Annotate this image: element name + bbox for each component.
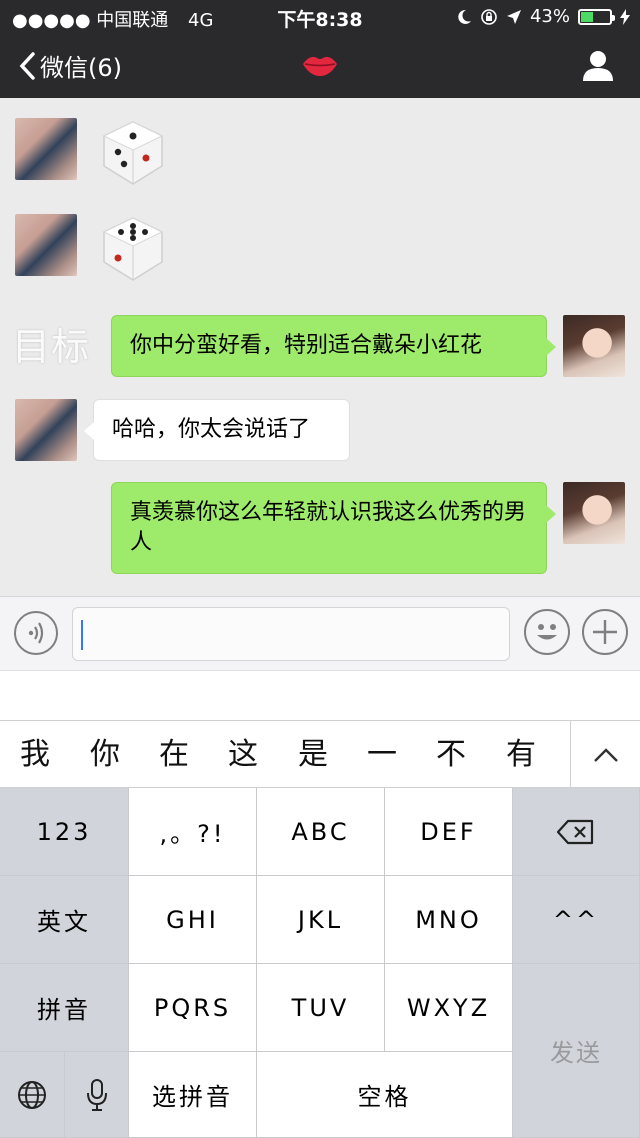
key-ghi[interactable]: GHI [129, 876, 257, 964]
top-bar: ●●●●● 中国联通 4G 下午8:38 43% 微信(6) [0, 0, 640, 98]
keyboard-spacer [0, 670, 640, 720]
back-button[interactable]: 微信(6) [18, 48, 122, 83]
contact-avatar[interactable] [15, 118, 77, 180]
key-tuv[interactable]: TUV [257, 964, 385, 1052]
my-avatar[interactable] [563, 482, 625, 544]
my-avatar[interactable] [563, 315, 625, 377]
smiley-icon [537, 624, 557, 640]
contact-avatar[interactable] [15, 399, 77, 461]
status-icons: 43% [456, 6, 630, 27]
candidate-bar: 我 你 在 这 是 一 不 有 [0, 720, 640, 789]
key-jkl[interactable]: JKL [257, 876, 385, 964]
key-select-pinyin[interactable]: 选拼音 [129, 1052, 257, 1138]
emoji-button[interactable] [524, 609, 570, 655]
globe-key[interactable] [0, 1052, 65, 1138]
candidate-item[interactable]: 我 [0, 721, 70, 789]
text-caret [81, 620, 83, 650]
input-bar [0, 596, 640, 670]
expand-candidates-button[interactable] [570, 721, 640, 789]
candidate-item[interactable]: 在 [139, 721, 209, 789]
moon-icon [458, 9, 471, 24]
microphone-icon [86, 1078, 107, 1111]
key-wxyz[interactable]: WXYZ [385, 964, 513, 1052]
candidate-item[interactable]: 不 [416, 721, 486, 789]
voice-icon [28, 622, 44, 644]
candidate-item[interactable]: 有 [486, 721, 556, 789]
space-key[interactable]: 空格 [257, 1052, 513, 1138]
dictation-key[interactable] [65, 1052, 129, 1138]
candidate-item[interactable]: 一 [347, 721, 417, 789]
backspace-icon [556, 819, 594, 844]
status-bar: ●●●●● 中国联通 4G 下午8:38 43% [0, 0, 640, 32]
lips-emoji-icon [303, 56, 337, 76]
chevron-left-icon [19, 51, 35, 80]
person-icon[interactable] [580, 48, 616, 82]
message-text: 哈哈，你太会说话了 [112, 417, 311, 442]
message-input[interactable] [72, 607, 510, 661]
back-label: 微信(6) [40, 54, 122, 82]
candidate-item[interactable]: 你 [70, 721, 140, 789]
dice-icon [102, 121, 164, 185]
charging-bolt-icon [620, 8, 630, 25]
plus-icon [593, 620, 617, 644]
target-label: 目标 [12, 325, 91, 369]
message-bubble-received[interactable]: 哈哈，你太会说话了 [84, 399, 350, 461]
message-bubble-sent[interactable]: 真羡慕你这么年轻就认识我这么优秀的男人 [111, 482, 556, 574]
key-123[interactable]: 123 [0, 788, 129, 876]
rotation-lock-icon [481, 8, 497, 25]
key-abc[interactable]: ABC [257, 788, 385, 876]
send-key[interactable]: 发送 [513, 964, 640, 1138]
message-text: 真羡慕你这么年轻就认识我这么优秀的男人 [130, 500, 527, 555]
key-punctuation[interactable]: ,。?! [129, 788, 257, 876]
more-button[interactable] [582, 609, 628, 655]
candidate-item[interactable]: 是 [278, 721, 348, 789]
candidate-item[interactable]: 这 [208, 721, 278, 789]
keyboard: 123 ,。?! ABC DEF 英文 GHI JKL MNO ^^ 拼音 PQ… [0, 788, 640, 1138]
key-english[interactable]: 英文 [0, 876, 129, 964]
dice-icon [102, 217, 164, 281]
message-text: 你中分蛮好看，特别适合戴朵小红花 [130, 333, 483, 358]
contact-avatar[interactable] [15, 214, 77, 276]
battery-percent: 43% [529, 6, 570, 27]
key-mno[interactable]: MNO [385, 876, 513, 964]
delete-key[interactable] [513, 788, 640, 876]
chevron-up-icon [594, 748, 618, 762]
globe-icon [18, 1080, 46, 1109]
location-arrow-icon [506, 9, 521, 24]
key-pinyin[interactable]: 拼音 [0, 964, 129, 1052]
key-emoticon[interactable]: ^^ [513, 876, 640, 964]
message-bubble-sent[interactable]: 你中分蛮好看，特别适合戴朵小红花 [111, 315, 556, 377]
battery-icon [578, 8, 615, 25]
key-pqrs[interactable]: PQRS [129, 964, 257, 1052]
voice-button[interactable] [14, 611, 58, 655]
key-def[interactable]: DEF [385, 788, 513, 876]
